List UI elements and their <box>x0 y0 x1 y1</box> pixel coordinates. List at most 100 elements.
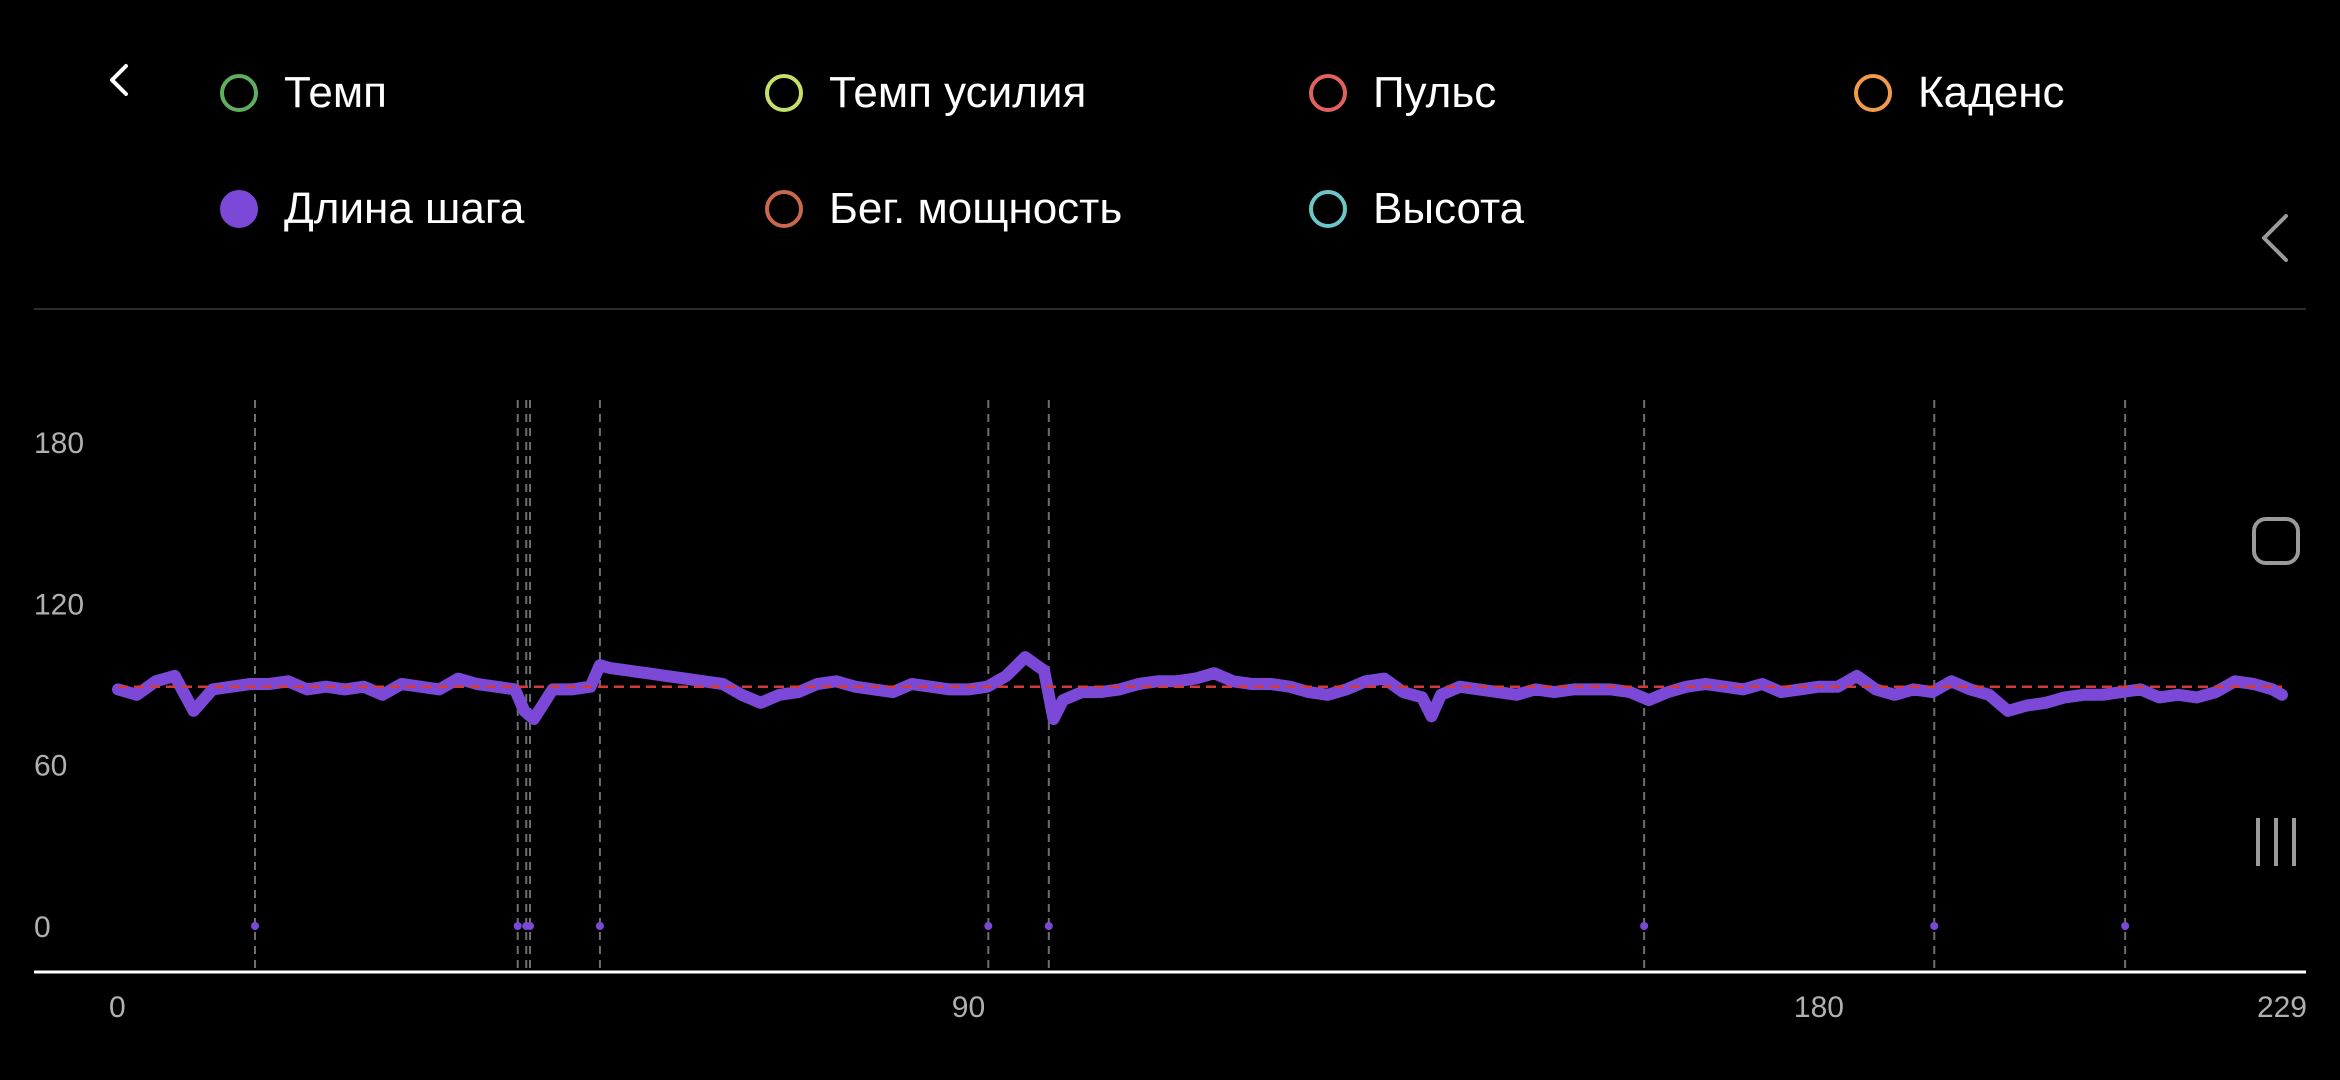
y-tick-label: 0 <box>34 911 51 944</box>
legend-label: Бег. мощность <box>829 184 1123 233</box>
data-point <box>1076 687 1087 698</box>
data-point <box>831 676 842 687</box>
data-point <box>2021 700 2032 711</box>
data-point <box>1426 711 1437 722</box>
data-point <box>150 676 161 687</box>
data-point <box>2078 689 2089 700</box>
data-point <box>1624 687 1635 698</box>
data-point <box>283 676 294 687</box>
data-point <box>698 676 709 687</box>
legend-label: Пульс <box>1373 68 1497 117</box>
pause-marker-point <box>595 922 604 930</box>
data-point <box>1057 695 1068 706</box>
data-point <box>679 673 690 684</box>
legend-heart-rate[interactable]: Пульс <box>1309 60 1496 126</box>
screen: Темп Темп усилия Пульс Каденс Длина шага… <box>0 0 2340 1080</box>
data-point <box>1511 689 1522 700</box>
data-point <box>131 689 142 700</box>
data-point <box>2040 697 2051 708</box>
header-divider <box>34 308 2306 310</box>
data-point <box>1039 665 1050 676</box>
legend-circle-icon <box>1309 190 1347 228</box>
y-tick-label: 60 <box>34 750 67 783</box>
pause-marker-point <box>251 922 260 930</box>
data-point <box>453 673 464 684</box>
data-point <box>1020 652 1031 663</box>
data-point <box>2229 676 2240 687</box>
data-point <box>887 687 898 698</box>
data-point <box>1322 689 1333 700</box>
data-point <box>1776 687 1787 698</box>
legend-circle-icon <box>765 74 803 112</box>
data-point <box>1492 687 1503 698</box>
data-point <box>2097 689 2108 700</box>
data-point <box>1303 687 1314 698</box>
legend-circle-icon <box>220 190 258 228</box>
data-point <box>604 662 615 673</box>
side-back-button[interactable] <box>2240 202 2312 274</box>
legend-label: Темп <box>284 68 387 117</box>
data-point <box>793 687 804 698</box>
legend-effort-pace[interactable]: Темп усилия <box>765 60 1086 126</box>
data-point <box>755 697 766 708</box>
data-point <box>1001 670 1012 681</box>
data-point <box>1946 676 1957 687</box>
legend-label: Длина шага <box>284 184 525 233</box>
pause-marker-point <box>526 922 535 930</box>
data-point <box>2191 692 2202 703</box>
legend-stride-length[interactable]: Длина шага <box>220 176 524 242</box>
pause-marker-point <box>2121 922 2130 930</box>
data-point <box>1984 689 1995 700</box>
data-point <box>1360 676 1371 687</box>
data-point <box>169 670 180 681</box>
pause-marker-point <box>984 922 993 930</box>
data-point <box>1228 676 1239 687</box>
y-tick-label: 180 <box>34 427 84 460</box>
y-tick-label: 120 <box>34 588 84 621</box>
data-point <box>1417 692 1428 703</box>
pause-marker-point <box>1640 922 1649 930</box>
data-point <box>1662 687 1673 698</box>
legend-circle-icon <box>1854 74 1892 112</box>
data-point <box>377 689 388 700</box>
x-tick-label: 0 <box>109 991 126 1024</box>
legend-circle-icon <box>220 74 258 112</box>
back-chevron-icon <box>110 64 128 96</box>
data-point <box>1398 687 1409 698</box>
data-point <box>1643 695 1654 706</box>
stride-length-chart: 0 60 120 180 0 90 180 229 <box>34 400 2307 1024</box>
legend-circle-icon <box>1309 74 1347 112</box>
data-point <box>1379 673 1390 684</box>
data-point <box>1889 689 1900 700</box>
data-point <box>188 705 199 716</box>
data-point <box>661 670 672 681</box>
data-point <box>1048 713 1059 724</box>
legend-label: Высота <box>1373 184 1525 233</box>
legend-cadence[interactable]: Каденс <box>1854 60 2065 126</box>
data-point <box>1435 689 1446 700</box>
x-tick-label: 90 <box>952 991 985 1024</box>
data-point <box>774 689 785 700</box>
data-point <box>594 660 605 671</box>
pause-marker-point <box>1044 922 1053 930</box>
data-point <box>1171 676 1182 687</box>
data-point <box>2277 689 2287 700</box>
x-tick-label: 229 <box>2257 991 2307 1024</box>
back-button[interactable] <box>96 56 144 104</box>
legend-running-power[interactable]: Бег. мощность <box>765 176 1122 242</box>
data-point <box>2154 692 2165 703</box>
data-point <box>2173 689 2184 700</box>
data-point <box>1095 687 1106 698</box>
legend-pace[interactable]: Темп <box>220 60 387 126</box>
pause-marker-point <box>513 922 522 930</box>
data-point <box>736 689 747 700</box>
data-point <box>2210 687 2221 698</box>
data-point <box>2116 687 2127 698</box>
metric-legend: Темп Темп усилия Пульс Каденс Длина шага… <box>220 60 2170 240</box>
data-point <box>623 665 634 676</box>
pause-marker-point <box>1930 922 1939 930</box>
data-point <box>1851 670 1862 681</box>
legend-label: Каденс <box>1918 68 2065 117</box>
legend-altitude[interactable]: Высота <box>1309 176 1524 242</box>
data-point <box>2002 705 2013 716</box>
